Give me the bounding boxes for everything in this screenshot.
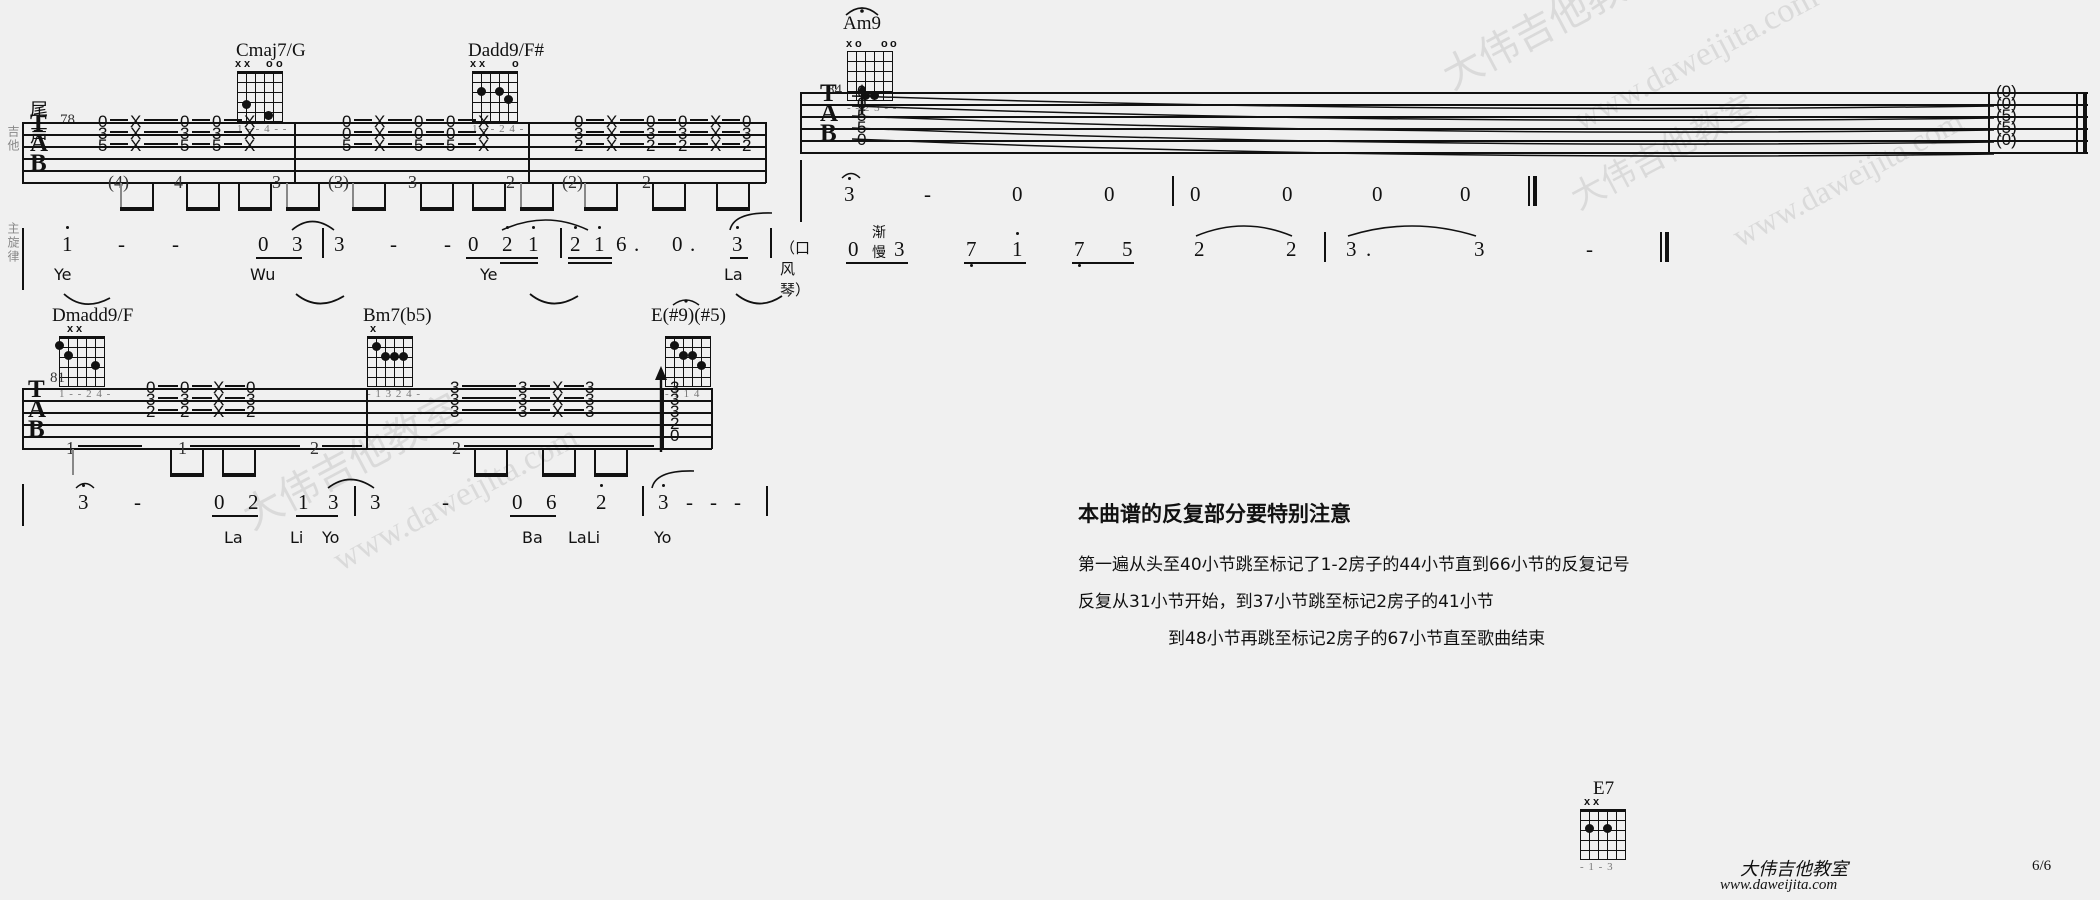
tie-slur bbox=[501, 219, 589, 231]
tab-letter-b: B bbox=[30, 150, 47, 177]
chord-fingering: - 1 3 2 4 - bbox=[367, 388, 422, 400]
tie-slur bbox=[529, 293, 579, 305]
side-label-melody: 主旋律 bbox=[6, 222, 20, 264]
chord-name: E(#9)(#5) bbox=[651, 305, 726, 326]
notes-line: 到48小节再跳至标记2房子的67小节直至歌曲结束 bbox=[1168, 629, 1546, 649]
chord-mark-mute: x bbox=[235, 58, 242, 70]
chord-dot bbox=[399, 352, 408, 361]
chord-dot bbox=[1603, 824, 1612, 833]
chord-mark-mute: x bbox=[470, 58, 477, 70]
chord-mark-mute: x bbox=[67, 323, 74, 335]
chord-dot bbox=[381, 352, 390, 361]
chord-mark-open: o bbox=[266, 58, 273, 70]
long-tie-curves bbox=[851, 95, 1995, 157]
chord-dot bbox=[390, 352, 399, 361]
tie-slur bbox=[291, 220, 335, 231]
chord-fingering: 1 - - 2 4 - bbox=[59, 388, 112, 400]
instrument-label: （口风琴） bbox=[780, 239, 811, 299]
chord-dot bbox=[688, 351, 697, 360]
chord-dot bbox=[679, 351, 688, 360]
chord-mark-mute: x bbox=[846, 38, 853, 50]
fermata-icon bbox=[841, 172, 861, 179]
chord-dot bbox=[670, 341, 679, 350]
strum-arrow-icon bbox=[655, 366, 667, 452]
chord-mark-mute: x bbox=[1584, 796, 1591, 808]
chord-mark-mute: x bbox=[479, 58, 486, 70]
chord-dot bbox=[504, 95, 513, 104]
chord-dot bbox=[242, 100, 251, 109]
chord-name: Dmadd9/F bbox=[52, 305, 134, 326]
chord-mark-open: o bbox=[881, 38, 888, 50]
tie-slur bbox=[729, 212, 773, 231]
chord-dot bbox=[697, 361, 706, 370]
chord-mark-mute: x bbox=[1593, 796, 1600, 808]
chord-mark-mute: x bbox=[370, 323, 377, 335]
tie-slur bbox=[1347, 225, 1477, 237]
notes-title: 本曲谱的反复部分要特别注意 bbox=[1078, 502, 1351, 526]
chord-dot bbox=[477, 87, 486, 96]
chord-dot bbox=[264, 111, 273, 120]
chord-mark-open: o bbox=[855, 38, 862, 50]
chord-mark-open: o bbox=[890, 38, 897, 50]
tempo-mark: 渐慢 bbox=[872, 225, 886, 261]
watermark-low-1: 大伟吉他教室 bbox=[235, 385, 469, 539]
fermata-icon bbox=[75, 482, 95, 489]
tie-slur bbox=[1195, 225, 1293, 237]
chord-mark-open: o bbox=[276, 58, 283, 70]
chord-dot bbox=[495, 87, 504, 96]
chord-mark-mute: x bbox=[244, 58, 251, 70]
measure-number: 78 bbox=[60, 112, 75, 128]
tab-letter-b: B bbox=[28, 416, 45, 443]
chord-dot bbox=[91, 361, 100, 370]
tie-slur bbox=[651, 470, 695, 489]
measure-number-81: 81 bbox=[50, 370, 65, 386]
chord-fingering: - 1 - 3 bbox=[1580, 861, 1614, 873]
chord-dot bbox=[372, 342, 381, 351]
chord-mark-open: o bbox=[512, 58, 519, 70]
chord-dot bbox=[55, 341, 64, 350]
notes-line: 反复从31小节开始，到37小节跳至标记2房子的41小节 bbox=[1078, 592, 1494, 612]
chord-dot bbox=[1585, 824, 1594, 833]
page-number: 6/6 bbox=[2032, 858, 2052, 874]
tab-letter-b: B bbox=[820, 120, 837, 147]
side-label-guitar: 吉他 bbox=[6, 125, 20, 153]
tie-slur bbox=[327, 478, 375, 489]
notes-line: 第一遍从头至40小节跳至标记了1-2房子的44小节直到66小节的反复记号 bbox=[1078, 555, 1630, 575]
tie-slur bbox=[295, 293, 345, 305]
chord-name-am9: Am9 bbox=[843, 13, 881, 34]
chord-mark-mute: x bbox=[76, 323, 83, 335]
notes-block: 本曲谱的反复部分要特别注意 第一遍从头至40小节跳至标记了1-2房子的44小节直… bbox=[1078, 498, 1630, 649]
chord-dot bbox=[64, 351, 73, 360]
footer-url: www.daweijita.com bbox=[1720, 877, 1838, 893]
